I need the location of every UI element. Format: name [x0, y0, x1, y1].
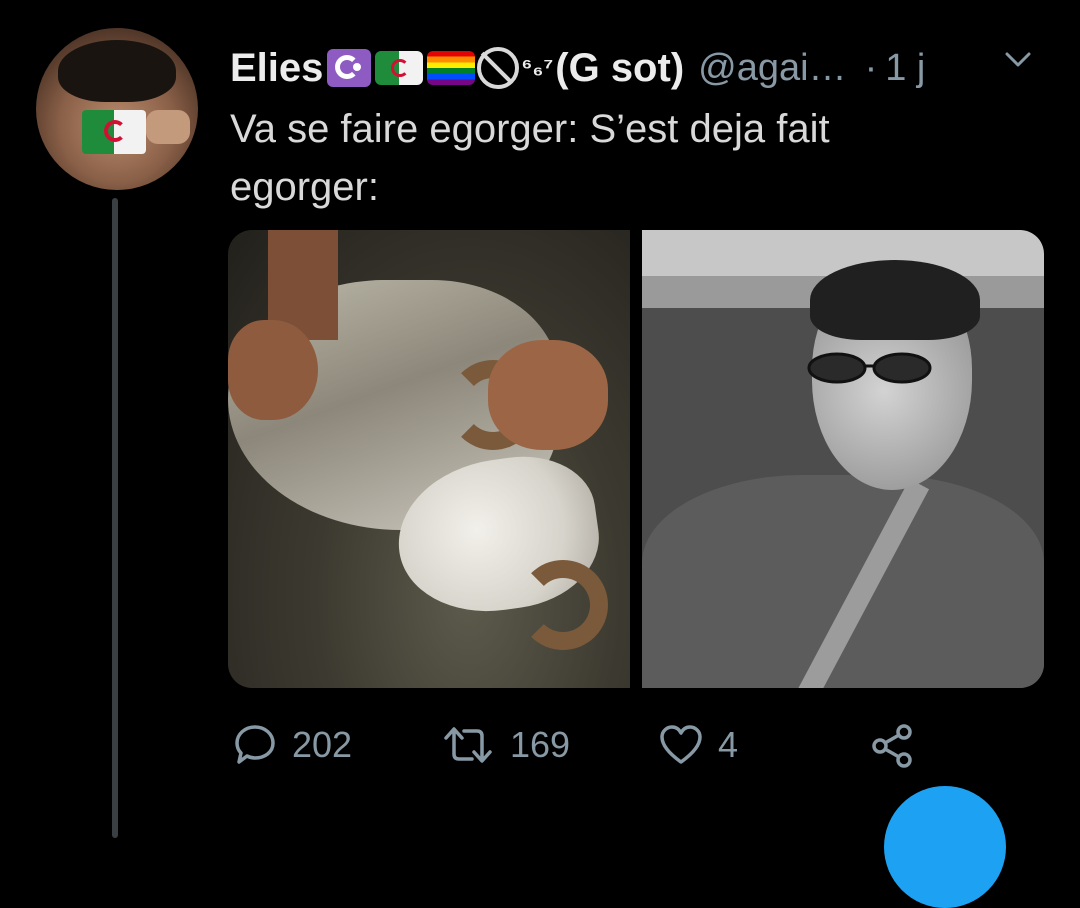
heart-icon	[660, 725, 702, 764]
avatar-algeria-flag	[82, 110, 146, 154]
reply-count: 202	[292, 724, 353, 765]
tweet-actions: 202 169 4	[232, 722, 932, 778]
prohibited-emoji-icon	[477, 47, 520, 89]
avatar-hand	[146, 110, 190, 144]
sunglasses	[807, 352, 932, 384]
tweet-header: Elies ⁶₆⁷ (G sot) @agai… · 1 j	[230, 40, 925, 96]
author-name-suffix: (G sot)	[555, 45, 685, 90]
share-icon	[872, 724, 912, 768]
author-name-superscript: ⁶₆⁷	[521, 54, 554, 81]
avatar-hair	[58, 40, 176, 102]
sheep-horn	[518, 560, 608, 650]
hand-left	[228, 320, 318, 420]
reply-icon	[235, 725, 275, 764]
man-shirt	[642, 475, 1044, 688]
like-count: 4	[718, 724, 739, 765]
chevron-down-icon[interactable]	[1004, 46, 1032, 74]
like-button[interactable]: 4	[658, 722, 738, 768]
retweet-count: 169	[510, 724, 571, 765]
tweet-timestamp[interactable]: 1 j	[885, 47, 925, 90]
retweet-icon	[444, 727, 492, 763]
compose-tweet-button[interactable]	[884, 786, 1006, 908]
rainbow-flag-emoji-icon	[427, 51, 476, 85]
tweet-text-line: egorger:	[230, 165, 379, 209]
share-button[interactable]	[868, 722, 916, 770]
tweet-text-line: Va se faire egorger: S’est deja fait	[230, 107, 830, 151]
author-handle[interactable]: @agai…	[698, 47, 846, 90]
reply-button[interactable]: 202	[232, 722, 352, 768]
author-avatar[interactable]	[36, 28, 198, 190]
sheep-photo[interactable]	[228, 230, 630, 688]
hand-right	[488, 340, 608, 450]
algeria-flag-emoji-icon	[375, 51, 424, 85]
author-display-name[interactable]: Elies	[230, 46, 323, 91]
man-photo[interactable]	[642, 230, 1044, 688]
header-separator: ·	[864, 46, 878, 89]
man-hair	[810, 260, 980, 340]
thread-line	[112, 198, 118, 838]
tweet-text: Va se faire egorger: S’est deja fait ego…	[230, 100, 970, 216]
tweet-media	[228, 230, 1044, 688]
star-and-crescent-emoji-icon	[327, 49, 372, 87]
retweet-button[interactable]: 169	[440, 722, 570, 768]
